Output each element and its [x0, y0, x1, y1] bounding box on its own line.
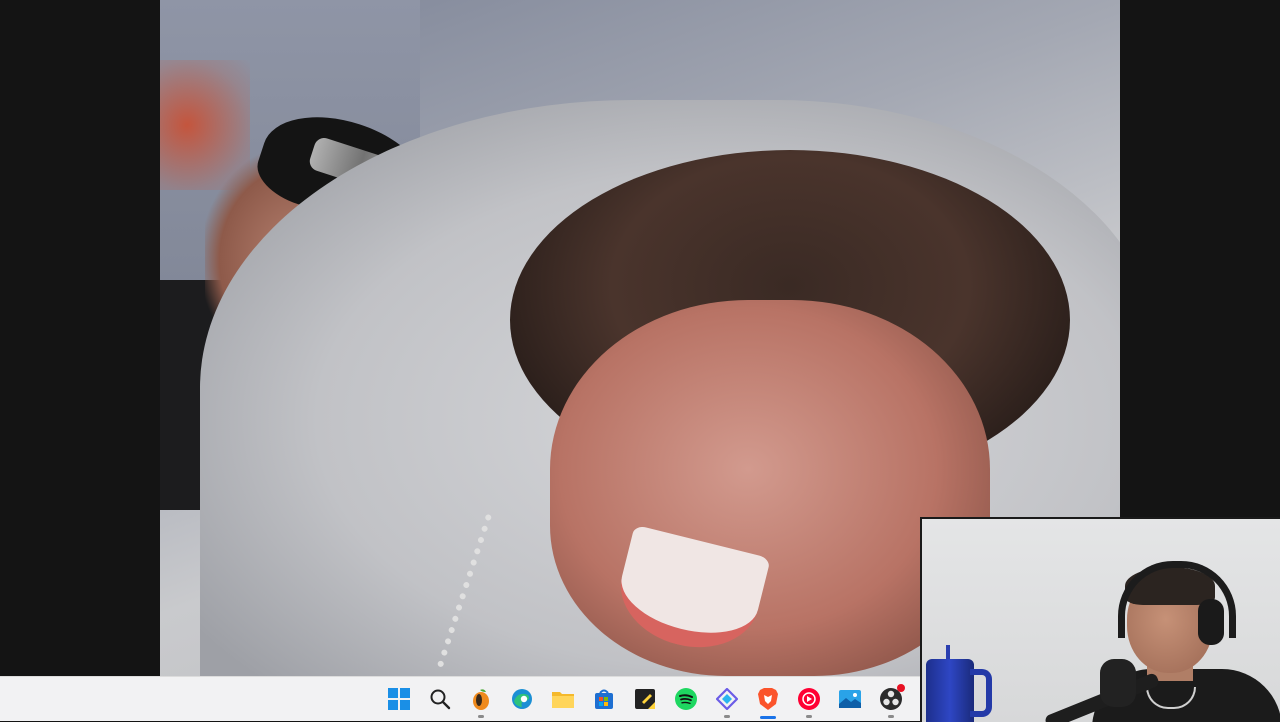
notification-badge	[897, 684, 905, 692]
running-indicator	[477, 715, 484, 718]
obs-icon[interactable]	[870, 677, 911, 721]
taskbar-icons	[378, 677, 911, 721]
microphone-icon	[1100, 659, 1136, 707]
webcam-overlay	[920, 517, 1280, 722]
windows-start-icon[interactable]	[378, 677, 419, 721]
running-indicator	[805, 715, 812, 718]
spotify-icon[interactable]	[665, 677, 706, 721]
webcam-tumbler-cup	[926, 659, 974, 722]
brave-icon[interactable]	[747, 677, 788, 721]
store-icon[interactable]	[583, 677, 624, 721]
search-icon[interactable]	[419, 677, 460, 721]
folder-icon[interactable]	[542, 677, 583, 721]
fl-studio-icon[interactable]	[460, 677, 501, 721]
diamond-app-icon[interactable]	[706, 677, 747, 721]
photos-icon[interactable]	[829, 677, 870, 721]
running-indicator	[887, 715, 894, 718]
sticky-notes-icon[interactable]	[624, 677, 665, 721]
running-indicator	[723, 715, 730, 718]
edge-icon[interactable]	[501, 677, 542, 721]
active-indicator	[759, 716, 776, 719]
youtube-music-icon[interactable]	[788, 677, 829, 721]
webcam-cup-handle	[970, 669, 992, 717]
headphone-cup	[1198, 599, 1224, 645]
